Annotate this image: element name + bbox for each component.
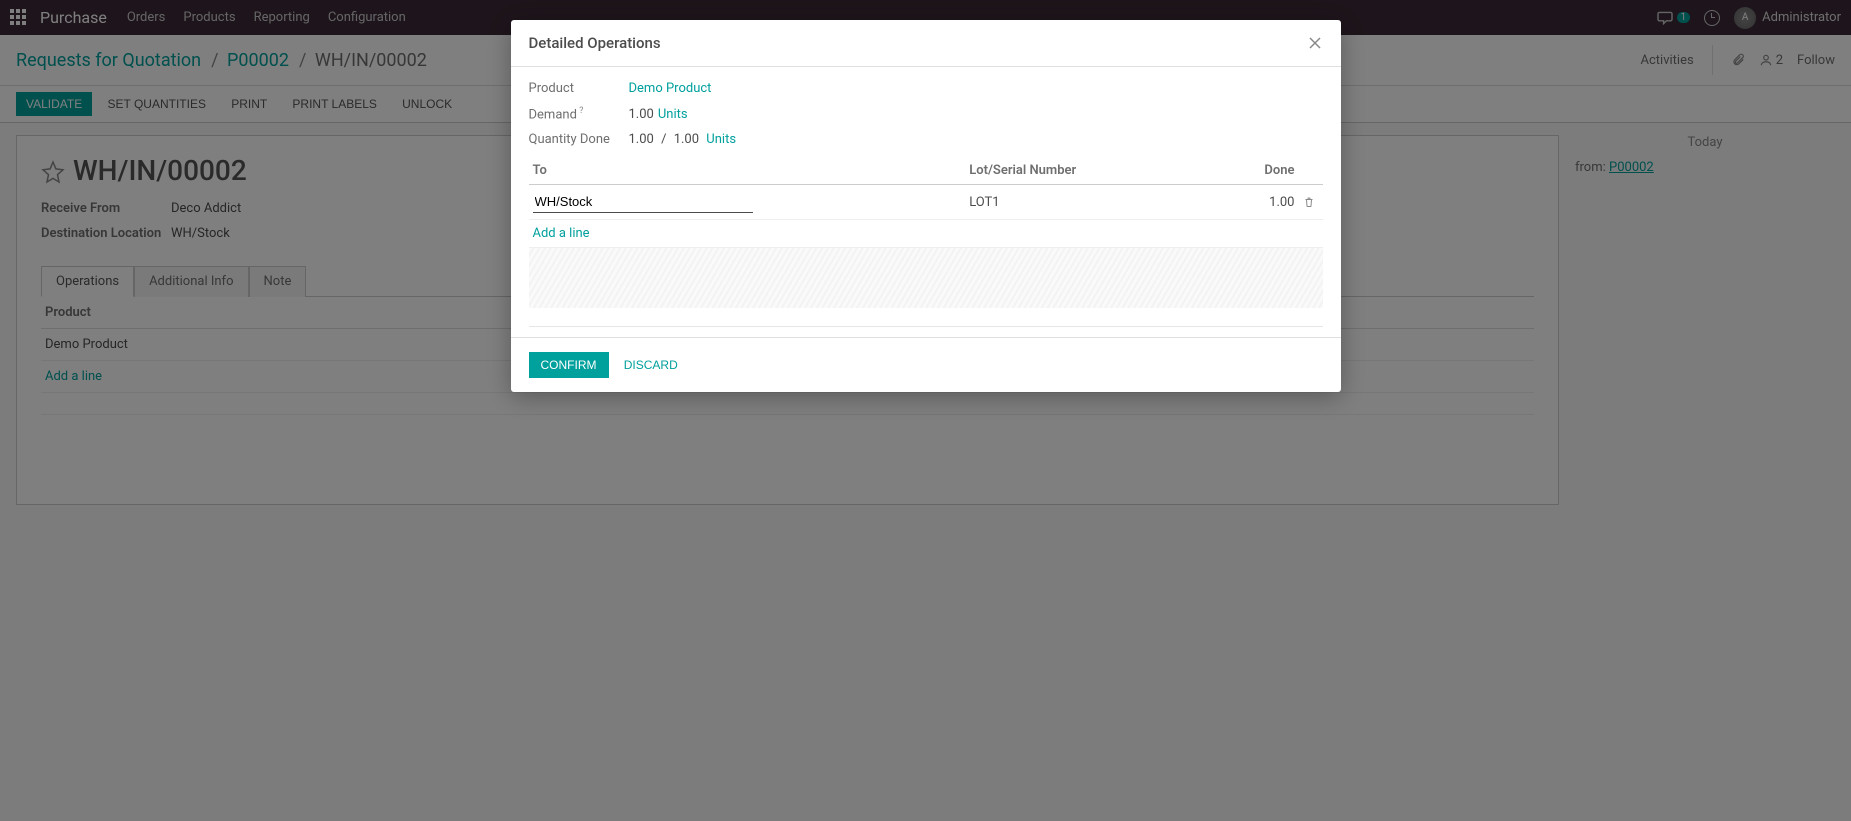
col-done: Done (1203, 157, 1298, 185)
demand-units[interactable]: Units (658, 107, 688, 122)
col-lot: Lot/Serial Number (965, 157, 1203, 185)
modal-title: Detailed Operations (529, 34, 661, 52)
product-label: Product (529, 81, 629, 96)
qty-total: 1.00 (674, 132, 699, 147)
product-link[interactable]: Demo Product (629, 81, 712, 96)
qty-done: 1.00 (629, 132, 654, 147)
qty-sep: / (661, 132, 666, 147)
demand-qty: 1.00 (629, 107, 654, 122)
done-cell[interactable]: 1.00 (1203, 185, 1298, 220)
confirm-button[interactable]: CONFIRM (529, 352, 609, 378)
modal-add-line[interactable]: Add a line (533, 226, 590, 241)
discard-button[interactable]: DISCARD (614, 352, 688, 378)
empty-stripe (529, 248, 1323, 308)
demand-label: Demand ? (529, 106, 629, 122)
modal-table: To Lot/Serial Number Done LOT1 1.00 Add … (529, 157, 1323, 248)
detailed-operations-modal: Detailed Operations Product Demo Product… (511, 20, 1341, 392)
help-icon[interactable]: ? (577, 106, 584, 116)
trash-icon[interactable] (1303, 195, 1319, 209)
col-to: To (529, 157, 966, 185)
qty-done-label: Quantity Done (529, 132, 629, 147)
table-row[interactable]: LOT1 1.00 (529, 185, 1323, 220)
lot-cell[interactable]: LOT1 (965, 185, 1203, 220)
qty-units[interactable]: Units (706, 132, 736, 147)
to-input[interactable] (533, 191, 753, 213)
close-icon[interactable] (1307, 35, 1323, 51)
